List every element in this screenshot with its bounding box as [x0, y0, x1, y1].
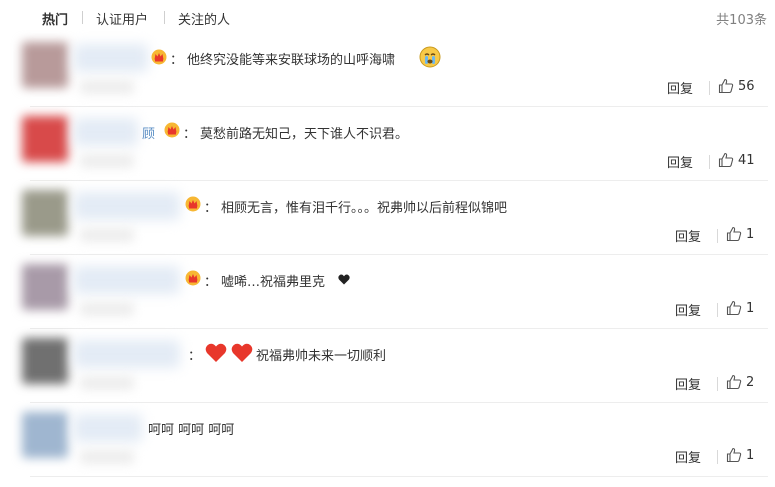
avatar[interactable] — [22, 264, 68, 310]
crown-badge-icon — [164, 122, 180, 138]
colon: ： — [204, 275, 218, 290]
blurred-timestamp — [80, 376, 134, 390]
tab-verified-users[interactable]: 认证用户 — [96, 9, 148, 28]
action-divider — [717, 450, 718, 464]
comment-item: 呵呵 呵呵 呵呵 回复 1 — [22, 410, 767, 476]
like-button[interactable]: 41 — [718, 152, 755, 168]
action-divider — [709, 81, 710, 95]
reply-button[interactable]: 回复 — [675, 447, 701, 466]
like-button[interactable]: 56 — [718, 78, 755, 94]
crown-badge-icon — [185, 270, 201, 286]
avatar[interactable] — [22, 116, 68, 162]
blurred-timestamp — [80, 228, 134, 242]
blurred-timestamp — [80, 80, 134, 94]
thumbs-up-icon — [726, 447, 742, 463]
comment-item: ： 嘘唏…祝福弗里克 回复 1 — [22, 262, 767, 328]
like-button[interactable]: 1 — [726, 447, 754, 463]
tab-hot[interactable]: 热门 — [42, 9, 68, 28]
username[interactable]: 顾 — [142, 123, 155, 142]
crying-emoji-icon — [419, 46, 441, 68]
reply-button[interactable]: 回复 — [675, 374, 701, 393]
comment-text: 相顾无言，惟有泪千行。。。祝弗帅以后前程似锦吧 — [221, 201, 508, 216]
comment-text: 他终究没能等来安联球场的山呼海啸 — [187, 53, 396, 68]
like-button[interactable]: 2 — [726, 374, 754, 390]
comment-divider — [30, 180, 768, 181]
colon: ： — [204, 201, 218, 216]
avatar[interactable] — [22, 42, 68, 88]
red-heart-icon — [205, 343, 227, 362]
comment-divider — [30, 402, 768, 403]
reply-button[interactable]: 回复 — [667, 152, 693, 171]
crown-badge-icon — [185, 196, 201, 212]
comment-divider — [30, 254, 768, 255]
comment-text: 祝福弗帅未来一切顺利 — [256, 349, 387, 364]
comment-divider — [30, 328, 768, 329]
comment-total-count: 共103条 — [716, 13, 767, 28]
like-count: 1 — [746, 300, 755, 316]
thumbs-up-icon — [718, 152, 734, 168]
thumbs-up-icon — [718, 78, 734, 94]
action-divider — [717, 229, 718, 243]
thumbs-up-icon — [726, 300, 742, 316]
comment-text: 莫愁前路无知己，天下谁人不识君。 — [200, 127, 409, 142]
blurred-username — [74, 340, 180, 368]
tab-divider — [164, 11, 165, 24]
like-count: 1 — [746, 226, 755, 242]
thumbs-up-icon — [726, 226, 742, 242]
tab-following[interactable]: 关注的人 — [178, 9, 230, 28]
action-divider — [717, 303, 718, 317]
blurred-username — [74, 44, 148, 72]
like-button[interactable]: 1 — [726, 300, 754, 316]
reply-button[interactable]: 回复 — [675, 226, 701, 245]
reply-button[interactable]: 回复 — [675, 300, 701, 319]
tab-divider — [82, 11, 83, 24]
comment-divider — [30, 476, 768, 477]
reply-button[interactable]: 回复 — [667, 78, 693, 97]
like-count: 2 — [746, 374, 755, 390]
blurred-timestamp — [80, 450, 134, 464]
comment-text: 呵呵 呵呵 呵呵 — [148, 423, 235, 438]
blurred-username — [74, 414, 142, 442]
blurred-timestamp — [80, 154, 134, 168]
red-heart-icon — [231, 343, 253, 362]
black-heart-icon — [338, 274, 350, 285]
avatar[interactable] — [22, 338, 68, 384]
comment-item: ： 他终究没能等来安联球场的山呼海啸 回复 56 — [22, 40, 767, 106]
colon: ： — [183, 127, 197, 142]
action-divider — [709, 155, 710, 169]
action-divider — [717, 377, 718, 391]
colon: ： — [170, 53, 184, 68]
like-button[interactable]: 1 — [726, 226, 754, 242]
avatar[interactable] — [22, 190, 68, 236]
blurred-username — [74, 192, 180, 220]
blurred-username — [74, 266, 180, 294]
comment-item: ： 祝福弗帅未来一切顺利 回复 2 — [22, 336, 767, 402]
comment-text: 嘘唏…祝福弗里克 — [221, 275, 326, 290]
comment-divider — [30, 106, 768, 107]
crown-badge-icon — [151, 49, 167, 65]
like-count: 56 — [738, 78, 755, 94]
comment-item: ： 相顾无言，惟有泪千行。。。祝弗帅以后前程似锦吧 回复 1 — [22, 188, 767, 254]
blurred-username — [74, 118, 138, 146]
thumbs-up-icon — [726, 374, 742, 390]
like-count: 41 — [738, 152, 755, 168]
like-count: 1 — [746, 447, 755, 463]
blurred-timestamp — [80, 302, 134, 316]
avatar[interactable] — [22, 412, 68, 458]
comment-filter-tabs: 热门 认证用户 关注的人 共103条 — [0, 0, 775, 34]
comment-item: 顾 ： 莫愁前路无知己，天下谁人不识君。 回复 41 — [22, 114, 767, 180]
colon: ： — [188, 349, 202, 364]
